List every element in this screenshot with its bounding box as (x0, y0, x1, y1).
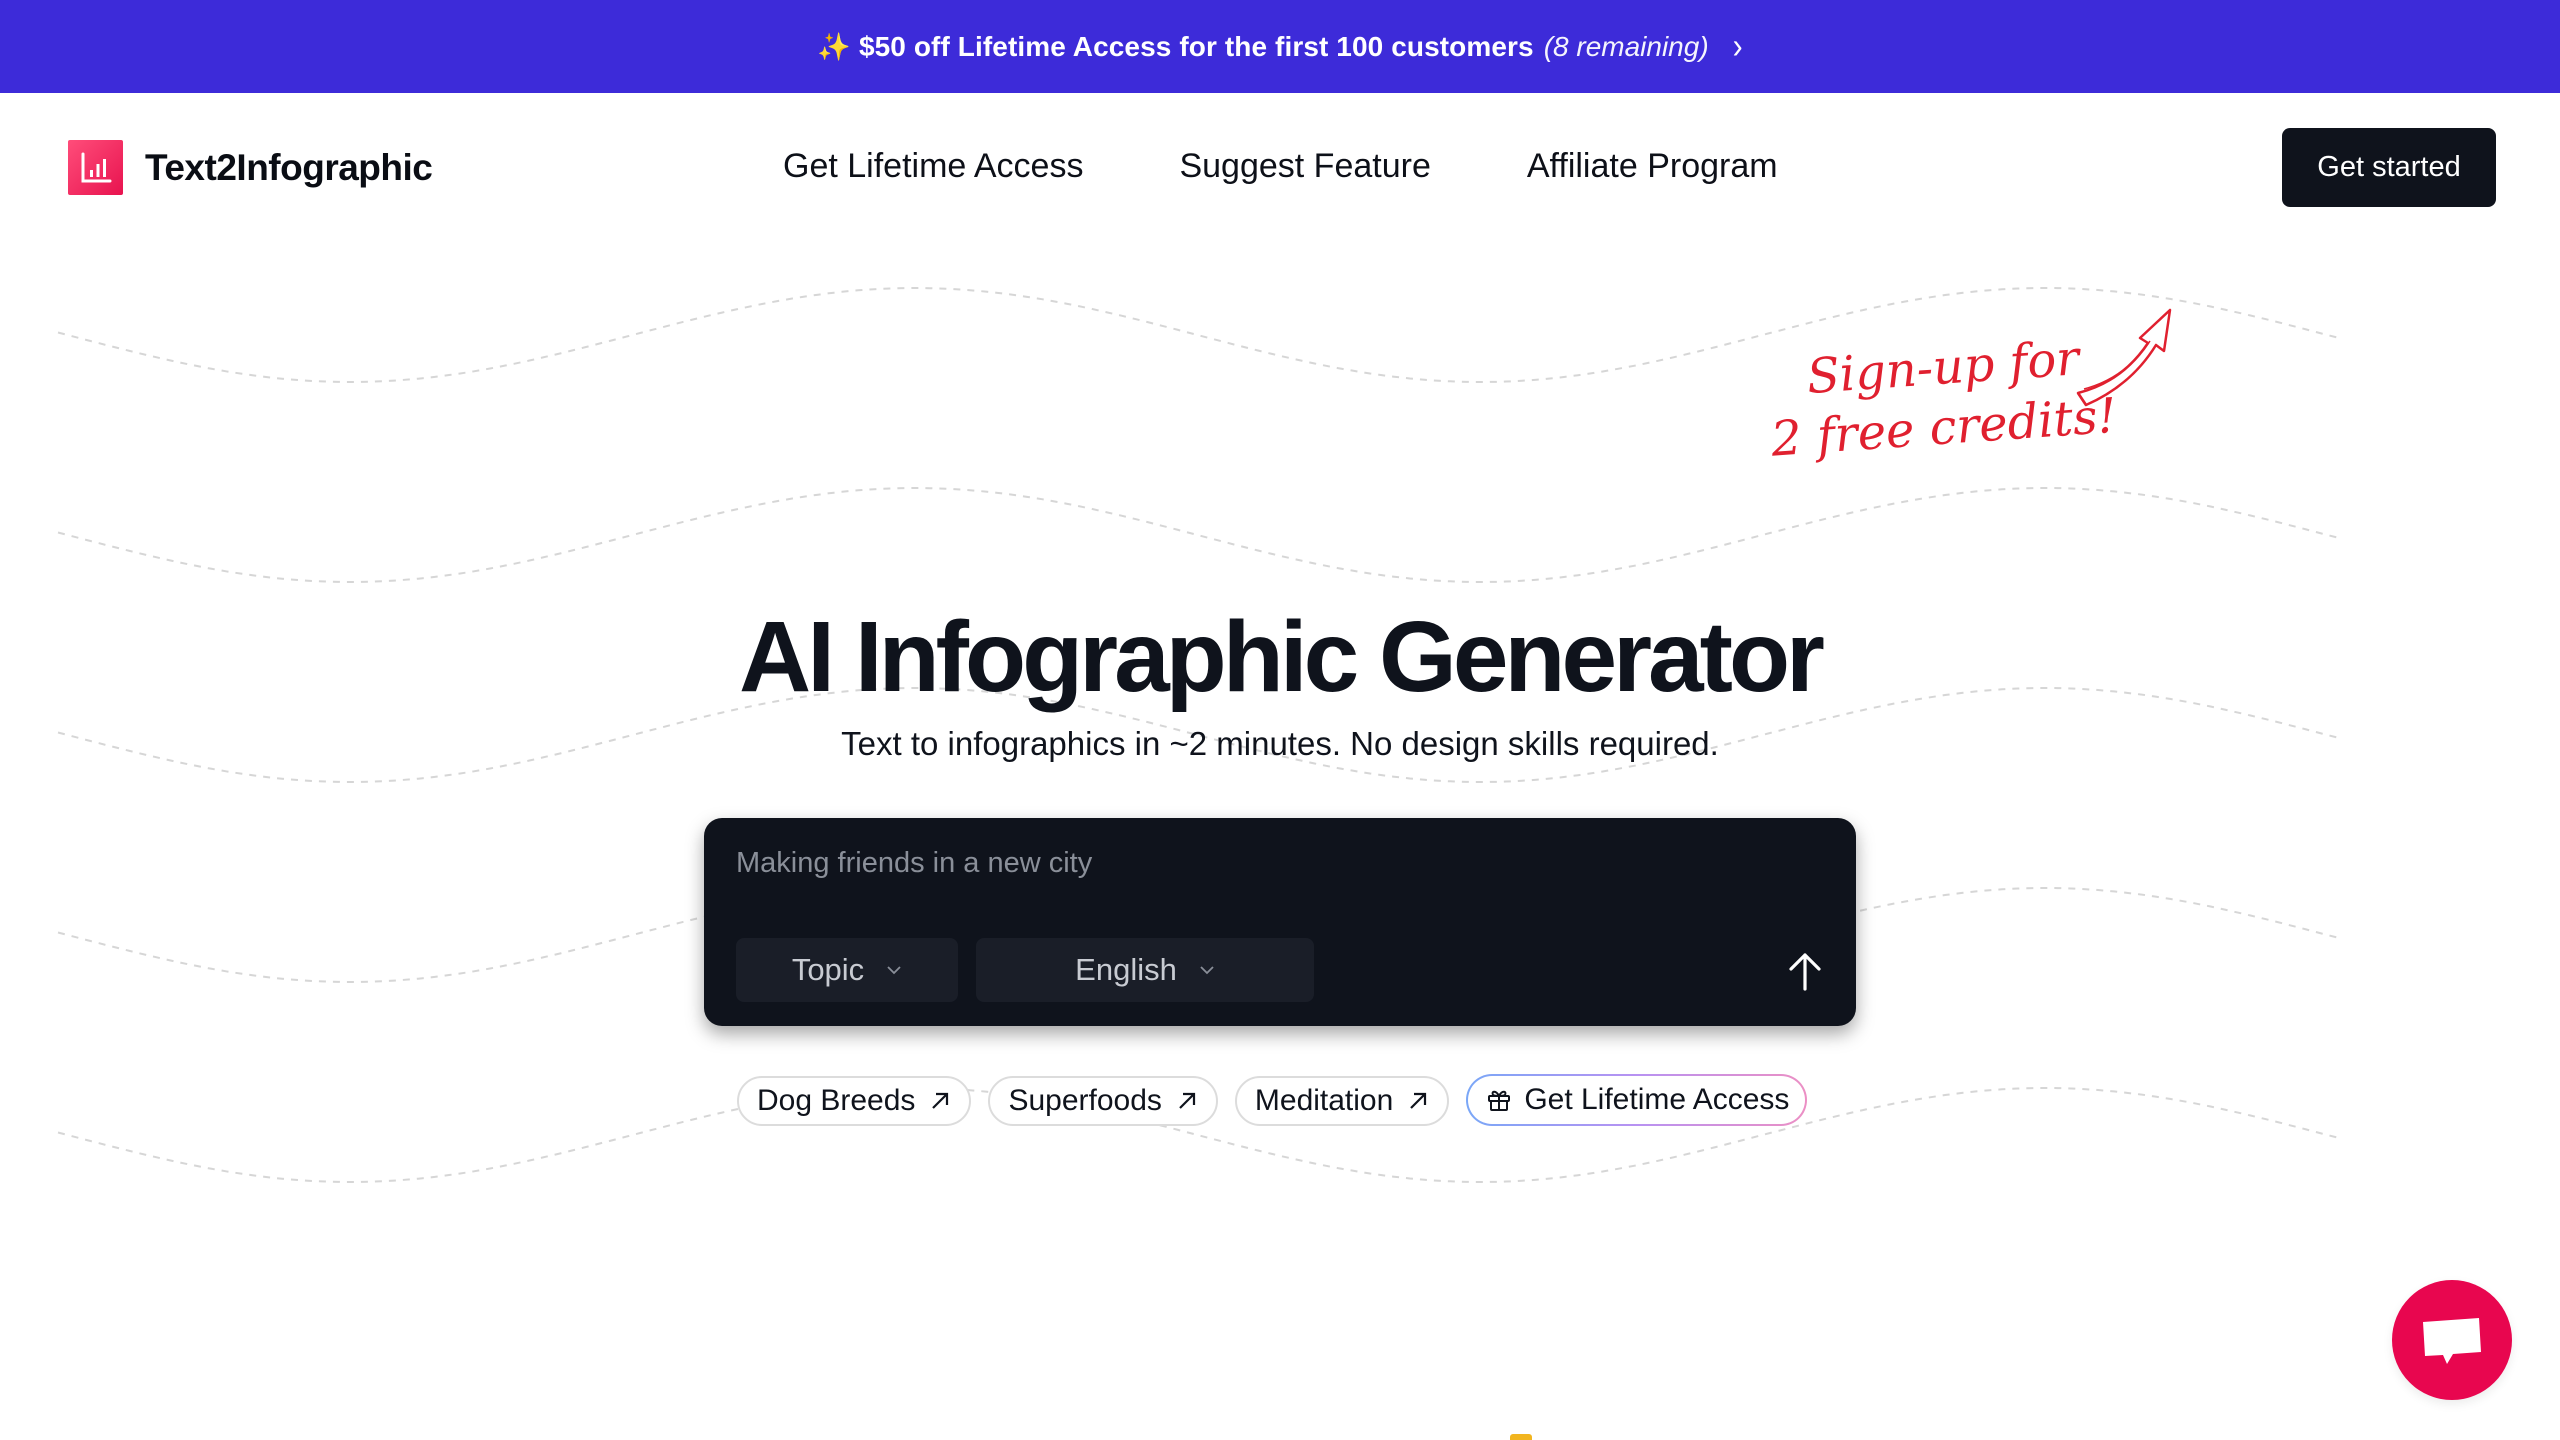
hero-title: AI Infographic Generator (739, 601, 1825, 713)
chevron-down-icon (1200, 966, 1214, 975)
promo-text: $50 off Lifetime Access for the first 10… (858, 30, 1534, 62)
language-select-value: English (1075, 952, 1177, 987)
brand-name: Text2Infographic (145, 146, 433, 188)
chevron-down-icon (887, 966, 901, 975)
language-select[interactable]: English (976, 938, 1314, 1002)
suggestion-chips: Dog Breeds Superfoods Meditation Get Lif… (737, 1074, 1808, 1126)
chip-label: Meditation (1254, 1084, 1394, 1117)
arrow-up-icon (1789, 953, 1821, 991)
chat-widget-button[interactable] (2392, 1280, 2512, 1400)
main-nav: Get Lifetime Access Suggest Feature Affi… (783, 147, 1778, 186)
submit-button[interactable] (1780, 946, 1830, 996)
type-select[interactable]: Topic (736, 938, 958, 1002)
chip-dog-breeds[interactable]: Dog Breeds (737, 1076, 972, 1126)
arrow-up-right-icon (1179, 1092, 1195, 1109)
curved-arrow-icon (2076, 308, 2172, 407)
chevron-right-icon: › (1732, 26, 1743, 66)
chip-label: Get Lifetime Access (1524, 1083, 1790, 1116)
type-select-value: Topic (791, 952, 865, 987)
signup-annotation: Sign-up for 2 free credits! (1765, 326, 2119, 470)
chip-meditation[interactable]: Meditation (1234, 1076, 1450, 1126)
nav-affiliate-program[interactable]: Affiliate Program (1527, 147, 1778, 186)
brand-logo[interactable]: Text2Infographic (68, 140, 433, 195)
nav-suggest-feature[interactable]: Suggest Feature (1179, 147, 1430, 186)
hero-subtitle: Text to infographics in ~2 minutes. No d… (841, 725, 1719, 762)
get-started-button[interactable]: Get started (2282, 128, 2496, 207)
chat-bubble-icon (2423, 1318, 2481, 1364)
background-wave-line (57, 487, 2339, 583)
promo-banner[interactable]: ✨ $50 off Lifetime Access for the first … (0, 0, 2560, 93)
arrow-up-right-icon (932, 1092, 949, 1109)
partial-element (1510, 1434, 1532, 1440)
topic-input[interactable] (736, 840, 1736, 886)
chip-label: Superfoods (1008, 1084, 1162, 1117)
sparkles-icon: ✨ (817, 31, 851, 62)
arrow-up-right-icon (1410, 1092, 1427, 1109)
promo-remaining: (8 remaining) (1543, 30, 1709, 62)
chip-label: Dog Breeds (757, 1084, 916, 1117)
chip-superfoods[interactable]: Superfoods (988, 1076, 1218, 1126)
gift-icon (1488, 1090, 1511, 1111)
chip-get-lifetime-access[interactable]: Get Lifetime Access (1466, 1074, 1808, 1126)
nav-get-lifetime-access[interactable]: Get Lifetime Access (783, 147, 1083, 186)
bar-chart-icon (68, 140, 123, 195)
prompt-box: Topic English (704, 818, 1856, 1026)
site-header: Text2Infographic Get Lifetime Access Sug… (0, 93, 2560, 243)
